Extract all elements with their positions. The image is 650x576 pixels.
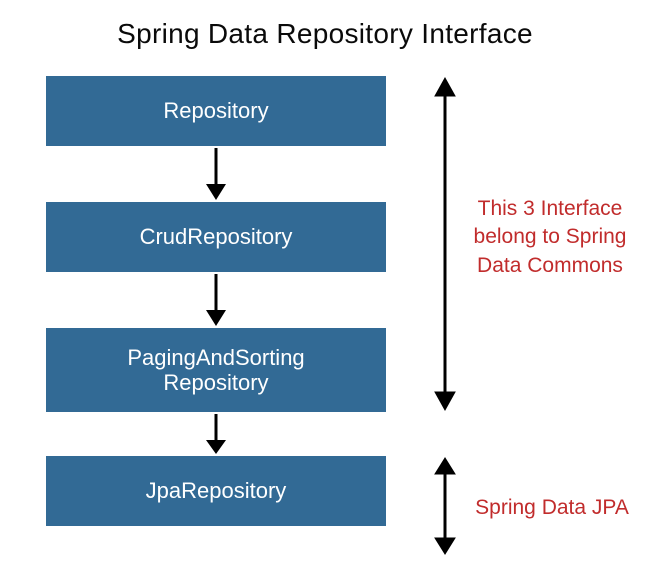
- box-label: PagingAndSorting Repository: [127, 345, 304, 396]
- box-label: Repository: [163, 98, 268, 123]
- box-repository: Repository: [46, 76, 386, 146]
- hierarchy-column: Repository CrudRepository PagingAndSorti…: [46, 76, 386, 526]
- double-arrow-icon: [430, 456, 460, 556]
- double-arrow-icon: [430, 76, 460, 412]
- diagram-title: Spring Data Repository Interface: [0, 18, 650, 50]
- arrow-down-icon: [46, 412, 386, 456]
- arrow-down-icon: [46, 272, 386, 328]
- box-jpa-repository: JpaRepository: [46, 456, 386, 526]
- arrow-down-icon: [46, 146, 386, 202]
- box-label: CrudRepository: [140, 224, 293, 249]
- box-label: JpaRepository: [146, 478, 287, 503]
- label-commons: This 3 Interface belong to Spring Data C…: [465, 195, 635, 280]
- label-jpa: Spring Data JPA: [472, 494, 632, 522]
- box-paging-sorting-repository: PagingAndSorting Repository: [46, 328, 386, 412]
- box-crud-repository: CrudRepository: [46, 202, 386, 272]
